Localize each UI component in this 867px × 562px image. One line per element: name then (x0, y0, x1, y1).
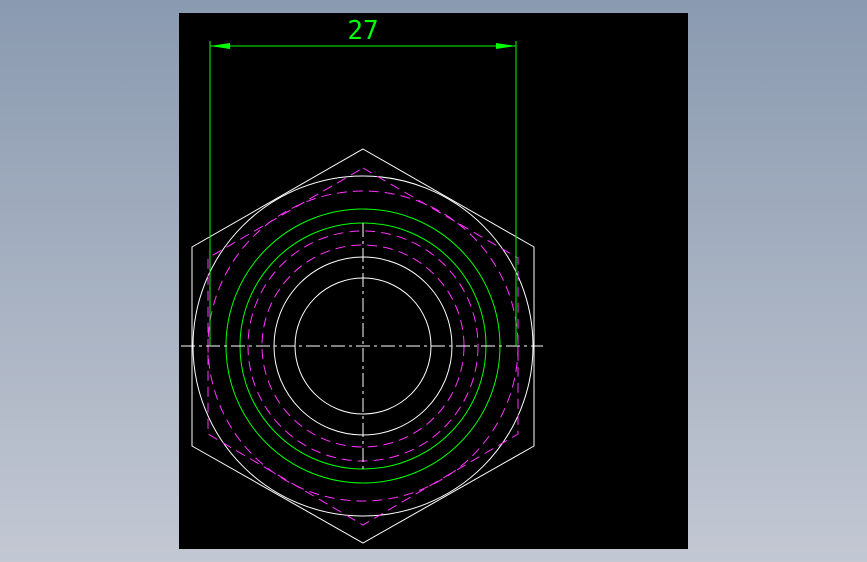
dimension-value: 27 (347, 16, 378, 46)
cad-drawing: 27 (181, 16, 543, 544)
dimension-arrow-left (210, 43, 230, 49)
dimension-arrow-right (496, 43, 516, 49)
drawing-viewport[interactable]: 27 (179, 13, 688, 549)
